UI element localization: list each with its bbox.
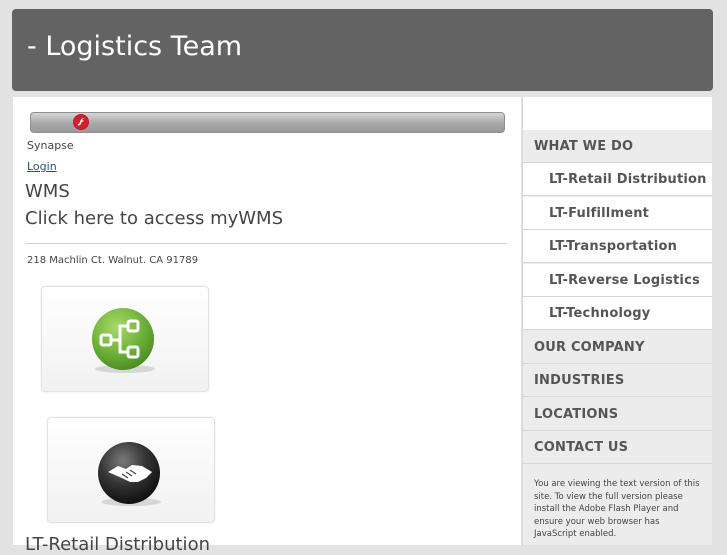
nav-what-we-do[interactable]: WHAT WE DO: [523, 130, 712, 163]
handshake-card[interactable]: [47, 417, 215, 523]
login-link[interactable]: Login: [27, 160, 57, 173]
nav-fulfillment[interactable]: LT-Fulfillment: [523, 197, 712, 230]
network-nodes-icon: [92, 308, 155, 373]
nav-contact-us[interactable]: CONTACT US: [523, 431, 712, 464]
nav-retail-distribution[interactable]: LT-Retail Distribution: [523, 163, 712, 196]
nav-technology[interactable]: LT-Technology: [523, 297, 712, 330]
company-address: 218 Machlin Ct. Walnut. CA 91789: [27, 255, 199, 266]
main-content: Synapse Login WMS Click here to access m…: [13, 97, 521, 555]
nav-reverse-logistics[interactable]: LT-Reverse Logistics: [523, 264, 712, 297]
site-title: - Logistics Team: [27, 31, 243, 62]
flash-label: Synapse: [27, 139, 74, 152]
nav-label: LT-Reverse Logistics: [549, 273, 700, 288]
nav-label: WHAT WE DO: [534, 139, 634, 154]
nav-label: INDUSTRIES: [534, 373, 625, 388]
nav-label: OUR COMPANY: [534, 340, 645, 355]
mywms-link[interactable]: Click here to access myWMS: [25, 208, 283, 229]
nav-label: LT-Fulfillment: [549, 206, 650, 221]
nav-label: CONTACT US: [534, 440, 629, 455]
network-card[interactable]: [41, 286, 209, 392]
site-header: - Logistics Team: [12, 9, 713, 91]
sidebar-nav: WHAT WE DO LT-Retail Distribution LT-Ful…: [522, 97, 712, 545]
nav-locations[interactable]: LOCATIONS: [523, 398, 712, 431]
sidebar-top-spacer: [523, 97, 712, 131]
nav-label: LT-Technology: [549, 306, 651, 321]
nav-label: LT-Transportation: [549, 239, 678, 254]
divider: [25, 243, 507, 244]
nav-transportation[interactable]: LT-Transportation: [523, 230, 712, 263]
nav-industries[interactable]: INDUSTRIES: [523, 364, 712, 397]
flash-player-bar[interactable]: [30, 112, 505, 133]
wms-heading: WMS: [25, 181, 70, 202]
nav-label: LOCATIONS: [534, 407, 619, 422]
nav-our-company[interactable]: OUR COMPANY: [523, 331, 712, 364]
nav-label: LT-Retail Distribution: [549, 172, 707, 187]
handshake-icon: [98, 442, 161, 506]
adobe-flash-icon: [73, 114, 89, 130]
flash-notice: You are viewing the text version of this…: [534, 479, 700, 539]
